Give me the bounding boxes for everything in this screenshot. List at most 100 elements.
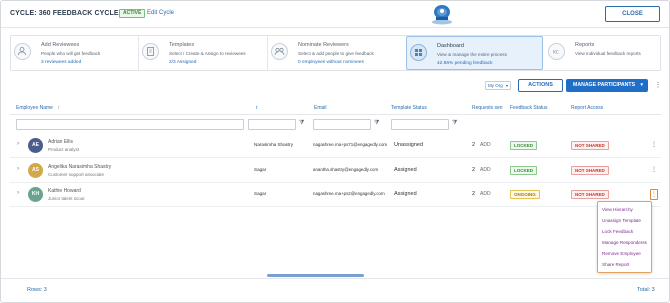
feedback-status-badge: ONGOING <box>510 190 540 199</box>
row-menu-icon[interactable]: ⋮ <box>650 140 658 151</box>
more-options-icon[interactable]: ⋮ <box>653 79 663 92</box>
employee-role: Junior talent scout <box>48 196 85 201</box>
filter-row: ⧩ ⧩ ⧩ <box>10 119 661 131</box>
chevron-down-icon: ▾ <box>640 82 643 88</box>
step-status-link[interactable]: 2/3 Assigned <box>169 60 196 65</box>
step-add-reviewees[interactable]: Add Reviewees People who will get feedba… <box>11 36 138 70</box>
avatar: AE <box>28 138 43 153</box>
total-count: Total: 3 <box>637 287 655 293</box>
dashboard-icon <box>410 44 427 61</box>
step-nominate-reviewers[interactable]: Nominate Reviewers Select & add people t… <box>268 36 404 70</box>
reports-icon: KC <box>548 43 565 60</box>
template-status-filter-input[interactable] <box>391 119 449 130</box>
filter-icon[interactable]: ⧩ <box>299 120 304 127</box>
chevron-right-icon[interactable]: › <box>17 141 19 147</box>
template-status: Assigned <box>394 191 417 197</box>
step-status-link[interactable]: 0 employees without nominees <box>298 60 364 65</box>
step-description: Select & add people to give feedback <box>298 51 374 56</box>
report-access-badge: NOT SHARED <box>571 190 609 199</box>
email-filter-input[interactable] <box>313 119 371 130</box>
row-menu-icon[interactable]: ⋮ <box>650 189 658 200</box>
step-reports[interactable]: KC Reports View individual feedback repo… <box>545 36 660 70</box>
add-request-button[interactable]: ADD <box>480 142 491 148</box>
page-title: CYCLE: 360 FEEDBACK CYCLE 2025 <box>10 10 137 17</box>
menu-item-unassign-template[interactable]: Unassign Template <box>602 218 641 223</box>
step-description: Select / Create & Assign to reviewees <box>169 51 246 56</box>
step-status-link[interactable]: 42.86% pending feedback <box>437 61 492 66</box>
employee-role: Customer support associate <box>48 172 105 177</box>
table-row[interactable]: › KH Kathie Howard Junior talent scout S… <box>10 183 661 207</box>
feedback-status-badge: LOCKED <box>510 166 537 175</box>
chevron-down-icon: ▾ <box>505 83 508 88</box>
sort-arrow-icon: ↑ <box>57 105 60 111</box>
manage-participants-label: MANAGE PARTICIPANTS <box>573 82 636 88</box>
report-access-badge: NOT SHARED <box>571 141 609 150</box>
column-manager[interactable]: r <box>256 105 258 111</box>
column-label: Employee Name <box>16 105 53 111</box>
manager-name: Sagar <box>254 167 267 172</box>
requests-count: 2 <box>472 142 476 148</box>
table-footer: Rows: 3 Total: 3 <box>1 278 669 302</box>
menu-item-manage-respondents[interactable]: Manage Respondents <box>602 240 647 245</box>
chevron-right-icon[interactable]: › <box>17 166 19 172</box>
step-title: Templates <box>169 42 195 48</box>
column-template-status[interactable]: Template Status <box>391 105 427 111</box>
table-header: Employee Name ↑ r Email Template Status … <box>10 101 661 115</box>
column-requests-sent[interactable]: Requests sen <box>472 105 503 111</box>
horizontal-scrollbar[interactable] <box>267 274 364 277</box>
step-title: Add Reviewees <box>41 42 80 48</box>
report-access-badge: NOT SHARED <box>571 166 609 175</box>
employee-name[interactable]: Kathie Howard <box>48 188 81 194</box>
add-request-button[interactable]: ADD <box>480 167 491 173</box>
org-select[interactable]: My Org ▾ <box>485 81 511 90</box>
manager-name: Sagar <box>254 191 267 196</box>
menu-item-view-hierarchy[interactable]: View Hierarchy <box>602 207 633 212</box>
employee-filter-input[interactable] <box>16 119 244 130</box>
step-description: View & manage the entire process <box>437 52 507 57</box>
column-email[interactable]: Email <box>314 105 327 111</box>
avatar: AS <box>28 163 43 178</box>
column-feedback-status[interactable]: Feedback Status <box>510 105 548 111</box>
step-title: Dashboard <box>437 43 464 49</box>
manager-filter-input[interactable] <box>248 119 296 130</box>
close-button[interactable]: CLOSE <box>605 6 660 22</box>
employee-role: Product analyst <box>48 147 80 152</box>
workflow-steps: Add Reviewees People who will get feedba… <box>10 35 661 71</box>
table-row[interactable]: › AE Adrian Ellis Product analyst Narasi… <box>10 134 661 158</box>
app-window: CYCLE: 360 FEEDBACK CYCLE 2025 ACTIVE Ed… <box>0 0 670 303</box>
menu-item-remove-employee[interactable]: Remove Employee <box>602 251 641 256</box>
step-dashboard[interactable]: Dashboard View & manage the entire proce… <box>406 36 543 70</box>
manager-name: Narasimha Shastry <box>254 142 294 147</box>
menu-item-share-report[interactable]: Share Report <box>602 262 629 267</box>
template-status: Unassigned <box>394 142 424 148</box>
requests-count: 2 <box>472 191 476 197</box>
step-description: View individual feedback reports <box>575 51 641 56</box>
row-actions-menu: View Hierarchy Unassign Template Lock Fe… <box>597 201 652 273</box>
step-status-link[interactable]: 3 reviewees added <box>41 60 81 65</box>
person-add-icon <box>14 43 31 60</box>
menu-item-lock-feedback[interactable]: Lock Feedback <box>602 229 633 234</box>
column-report-access[interactable]: Report Access <box>571 105 603 111</box>
table-row[interactable]: › AS Angelika Narasimha Shastry Customer… <box>10 159 661 183</box>
chevron-right-icon[interactable]: › <box>17 190 19 196</box>
edit-cycle-link[interactable]: Edit Cycle <box>147 10 174 16</box>
row-menu-icon[interactable]: ⋮ <box>650 165 658 176</box>
people-icon <box>271 43 288 60</box>
employee-name[interactable]: Angelika Narasimha Shastry <box>48 164 111 170</box>
rows-count: Rows: 3 <box>27 287 47 293</box>
requests-count: 2 <box>472 167 476 173</box>
step-description: People who will get feedback <box>41 51 101 56</box>
step-title: Nominate Reviewers <box>298 42 349 48</box>
cycle-header: CYCLE: 360 FEEDBACK CYCLE 2025 ACTIVE Ed… <box>1 1 669 28</box>
filter-icon[interactable]: ⧩ <box>374 120 379 127</box>
column-employee-name[interactable]: Employee Name ↑ <box>16 105 60 111</box>
step-templates[interactable]: Templates Select / Create & Assign to re… <box>139 36 267 70</box>
employee-name[interactable]: Adrian Ellis <box>48 139 73 145</box>
template-status: Assigned <box>394 167 417 173</box>
filter-icon[interactable]: ⧩ <box>452 120 457 127</box>
employee-email: nagashree.ma+ps2@engagedly.com <box>313 191 385 196</box>
add-request-button[interactable]: ADD <box>480 191 491 197</box>
manage-participants-button[interactable]: MANAGE PARTICIPANTS ▾ <box>566 79 648 92</box>
actions-button[interactable]: ACTIONS <box>518 79 563 92</box>
employee-email: nagashree.ma+ps71@engagedly.com <box>313 142 388 147</box>
